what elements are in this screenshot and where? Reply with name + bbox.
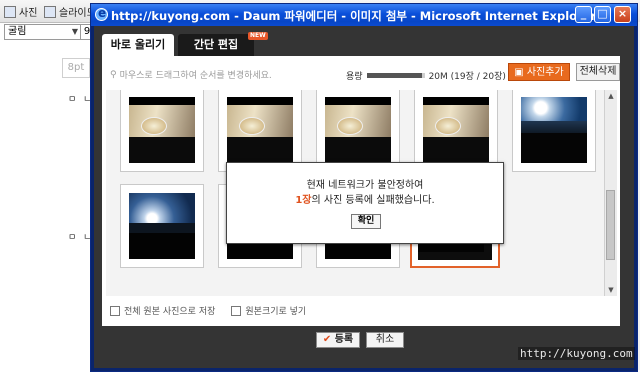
footer-options: 전체 원본 사진으로 저장 원본크기로 넣기 — [110, 304, 306, 317]
maximize-button[interactable]: □ — [594, 6, 611, 23]
font-select[interactable]: 굴림 ▼ — [4, 24, 81, 40]
photo-thumbnail[interactable] — [414, 90, 498, 172]
photo-thumbnail[interactable] — [120, 90, 204, 172]
save-original-label: 전체 원본 사진으로 저장 — [124, 307, 216, 317]
photo-scrollbar[interactable]: ▲ ▼ — [604, 90, 617, 296]
add-photo-label: 사진추가 — [526, 67, 564, 78]
scroll-thumb[interactable] — [606, 190, 615, 260]
minimize-button[interactable]: _ — [575, 6, 592, 23]
chevron-down-icon: ▼ — [71, 27, 78, 36]
photo-icon — [4, 5, 16, 18]
alert-message-line2: 1장의 사진 등록에 실패했습니다. — [227, 191, 503, 206]
bg-placeholder: 8pt — [62, 58, 90, 78]
check-icon: ✔ — [322, 334, 332, 345]
tab-direct-upload[interactable]: 바로 올리기 — [102, 34, 174, 56]
new-badge: NEW — [248, 32, 268, 40]
photo-thumbnail[interactable] — [218, 90, 302, 172]
photo-image — [227, 97, 293, 163]
photo-image — [129, 193, 195, 259]
scroll-down-icon[interactable]: ▼ — [605, 284, 617, 296]
original-size-checkbox[interactable] — [231, 305, 242, 316]
capacity-bar — [366, 73, 425, 78]
window-title: http://kuyong.com - Daum 파워에디터 - 이미지 첨부 … — [111, 9, 597, 23]
font-select-value: 굴림 — [8, 26, 27, 37]
capacity-label: 용량 — [346, 72, 363, 82]
delete-all-button[interactable]: 전체삭제 — [576, 63, 620, 81]
bg-photo-button[interactable]: 사진 — [4, 4, 37, 19]
window-titlebar[interactable]: http://kuyong.com - Daum 파워에디터 - 이미지 첨부 … — [91, 4, 637, 26]
search-icon: ⚲ — [110, 69, 117, 80]
bg-photo-label: 사진 — [19, 8, 38, 19]
photo-image — [521, 97, 587, 163]
watermark: http://kuyong.com — [518, 347, 635, 360]
alert-failed-count: 1장 — [295, 195, 312, 206]
add-photo-button[interactable]: ▣ 사진추가 — [508, 63, 570, 81]
submit-button[interactable]: ✔ 등록 — [316, 332, 360, 348]
original-size-label: 원본크기로 넣기 — [245, 307, 307, 317]
capacity-fill — [366, 73, 422, 78]
photo-thumbnail[interactable] — [316, 90, 400, 172]
alert-ok-button[interactable]: 확인 — [351, 214, 381, 229]
photo-image — [129, 97, 195, 163]
scroll-up-icon[interactable]: ▲ — [605, 90, 617, 102]
capacity-indicator: 용량 20M (19장 / 20장) — [346, 69, 506, 82]
tab-quick-edit[interactable]: 간단 편집 — [178, 34, 254, 56]
slideshow-icon — [44, 5, 56, 18]
photo-thumbnail[interactable] — [120, 184, 204, 268]
ie-logo-icon — [95, 6, 108, 21]
capacity-text: 20M (19장 / 20장) — [428, 72, 506, 82]
photo-thumbnail[interactable] — [512, 90, 596, 172]
photo-image — [325, 97, 391, 163]
alert-message-line1: 현재 네트워크가 불안정하여 — [306, 180, 424, 191]
save-original-checkbox[interactable] — [110, 305, 120, 316]
photo-add-icon: ▣ — [514, 67, 524, 78]
drag-hint: ⚲ 마우스로 드래그하여 순서를 변경하세요. — [110, 68, 272, 82]
close-button[interactable]: × — [614, 6, 631, 23]
alert-message-rest: 의 사진 등록에 실패했습니다. — [311, 195, 435, 206]
cancel-button[interactable]: 취소 — [366, 332, 404, 348]
photo-image — [423, 97, 489, 163]
submit-label: 등록 — [334, 334, 354, 345]
drag-hint-text: 마우스로 드래그하여 순서를 변경하세요. — [119, 71, 272, 81]
error-alert: 현재 네트워크가 불안정하여 1장의 사진 등록에 실패했습니다. 확인 — [226, 162, 504, 244]
